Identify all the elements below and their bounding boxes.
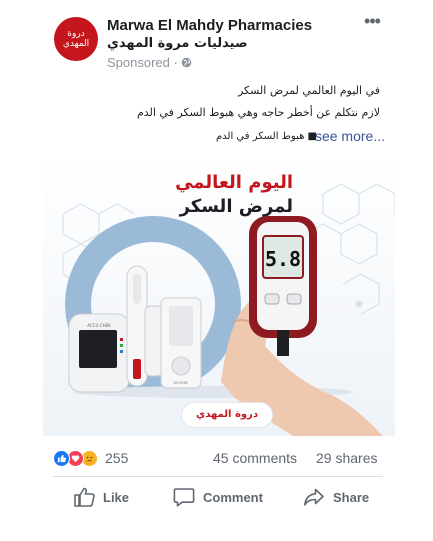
comment-bubble-icon (173, 488, 195, 507)
ad-title: اليوم العالمي (175, 172, 293, 193)
like-button-label: Like (103, 489, 130, 505)
share-arrow-icon (304, 488, 324, 506)
post-header: دروة المهدي Marwa El Mahdy Pharmacies صي… (0, 0, 433, 75)
post-text: في اليوم العالمي لمرض السكر لازم نتكلم ع… (60, 80, 380, 124)
page-name-arabic[interactable]: صيدليات مروة المهدي (107, 36, 248, 51)
more-options-icon[interactable]: ••• (360, 12, 384, 34)
ad-image[interactable]: ACCU-CHEK BIOMINE 5.8 اليوم العالمي لمرض… (43, 154, 395, 436)
avatar-logo-text: دروة المهدي (62, 29, 90, 49)
handheld-meter: 5.8 (249, 216, 317, 356)
glucometer-device: ACCU-CHEK (68, 313, 130, 393)
post-text-teaser: ■ هبوط السكر في الدم (215, 131, 317, 142)
lancing-device (126, 265, 148, 387)
svg-text:5.8: 5.8 (265, 247, 301, 271)
page-name[interactable]: Marwa El Mahdy Pharmacies (107, 17, 312, 34)
post-text-teaser-row: ■ هبوط السكر في الدم see more... (155, 128, 385, 148)
svg-text:BIOMINE: BIOMINE (173, 381, 188, 385)
small-strip-device (144, 305, 164, 377)
sponsored-text: Sponsored · (107, 55, 182, 70)
sponsored-label[interactable]: Sponsored · (107, 55, 192, 70)
reaction-count: 255 (105, 450, 129, 466)
share-button-label: Share (333, 489, 370, 505)
globe-icon (182, 57, 192, 68)
comment-button-label: Comment (203, 489, 263, 505)
ad-pharmacy-logo: دروة المهدي (181, 402, 273, 428)
comments-count-link[interactable]: 45 comments (213, 450, 297, 466)
thumbs-up-icon (74, 487, 95, 507)
page-avatar[interactable]: دروة المهدي (54, 17, 98, 61)
like-reaction-icon (53, 449, 70, 467)
strip-vial: BIOMINE (160, 297, 202, 389)
see-more-link[interactable]: see more... (315, 128, 385, 144)
post-text-line: لازم نتكلم عن أخطر حاجه وهي هبوط السكر ف… (136, 106, 380, 119)
svg-text:ACCU-CHEK: ACCU-CHEK (87, 323, 111, 328)
comment-button[interactable]: Comment (173, 484, 263, 510)
shares-count-link[interactable]: 29 shares (316, 450, 377, 466)
like-button[interactable]: Like (73, 484, 129, 510)
post-text-line: في اليوم العالمي لمرض السكر (237, 84, 380, 97)
ad-subtitle: لمرض السكر (179, 196, 293, 217)
share-button[interactable]: Share (303, 484, 369, 510)
engagement-divider (53, 476, 383, 477)
reaction-summary[interactable]: 255 (53, 449, 128, 467)
